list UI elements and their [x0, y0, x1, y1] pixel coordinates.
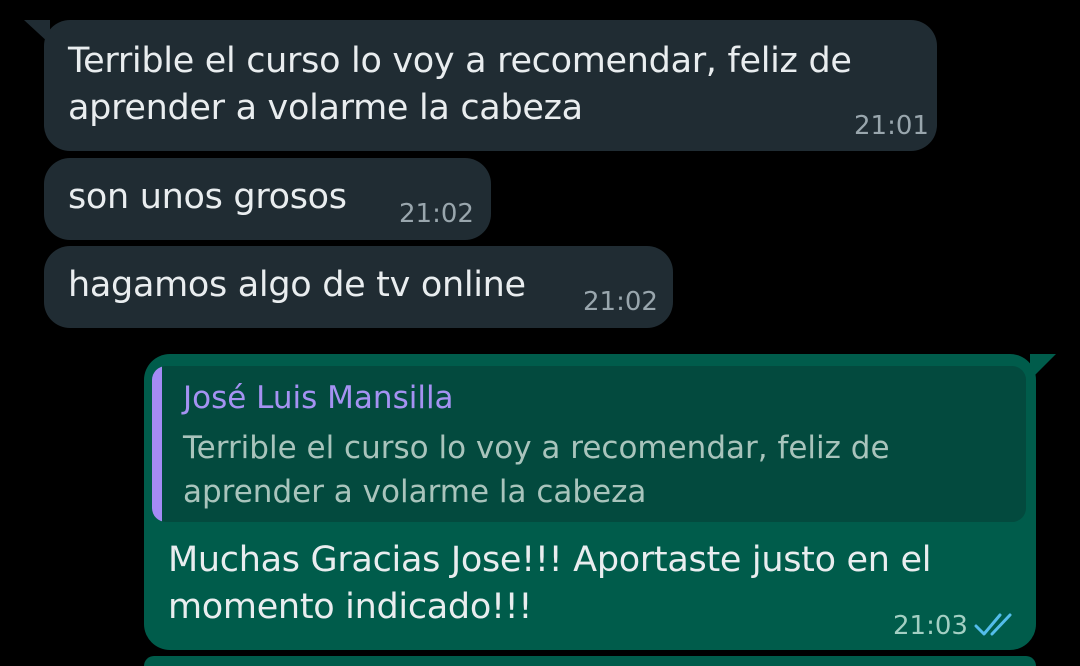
quoted-reply[interactable]: José Luis Mansilla Terrible el curso lo … [152, 366, 1026, 522]
next-outgoing-message-partial [144, 656, 1036, 666]
quote-text-line: aprender a volarme la cabeza [183, 474, 647, 510]
message-text-line: aprender a volarme la cabeza [68, 88, 583, 128]
quote-accent-bar [152, 366, 162, 522]
incoming-message[interactable]: son unos grosos 21:02 [44, 158, 491, 240]
message-text-line: Muchas Gracias Jose!!! Aportaste justo e… [168, 540, 932, 580]
message-text-line: momento indicado!!! [168, 587, 533, 627]
message-text-line: son unos grosos [68, 177, 347, 217]
message-timestamp: 21:02 [583, 287, 658, 317]
message-text-line: Terrible el curso lo voy a recomendar, f… [68, 41, 852, 81]
message-text-line: hagamos algo de tv online [68, 265, 526, 305]
quote-text-line: Terrible el curso lo voy a recomendar, f… [183, 430, 890, 466]
incoming-message[interactable]: Terrible el curso lo voy a recomendar, f… [44, 20, 937, 151]
message-timestamp: 21:02 [399, 199, 474, 229]
message-timestamp: 21:01 [854, 111, 929, 141]
message-timestamp: 21:03 [893, 611, 968, 641]
double-check-read-icon [974, 613, 1012, 636]
incoming-message[interactable]: hagamos algo de tv online 21:02 [44, 246, 673, 328]
chat-conversation: Terrible el curso lo voy a recomendar, f… [0, 0, 1080, 666]
quote-author: José Luis Mansilla [183, 380, 454, 416]
